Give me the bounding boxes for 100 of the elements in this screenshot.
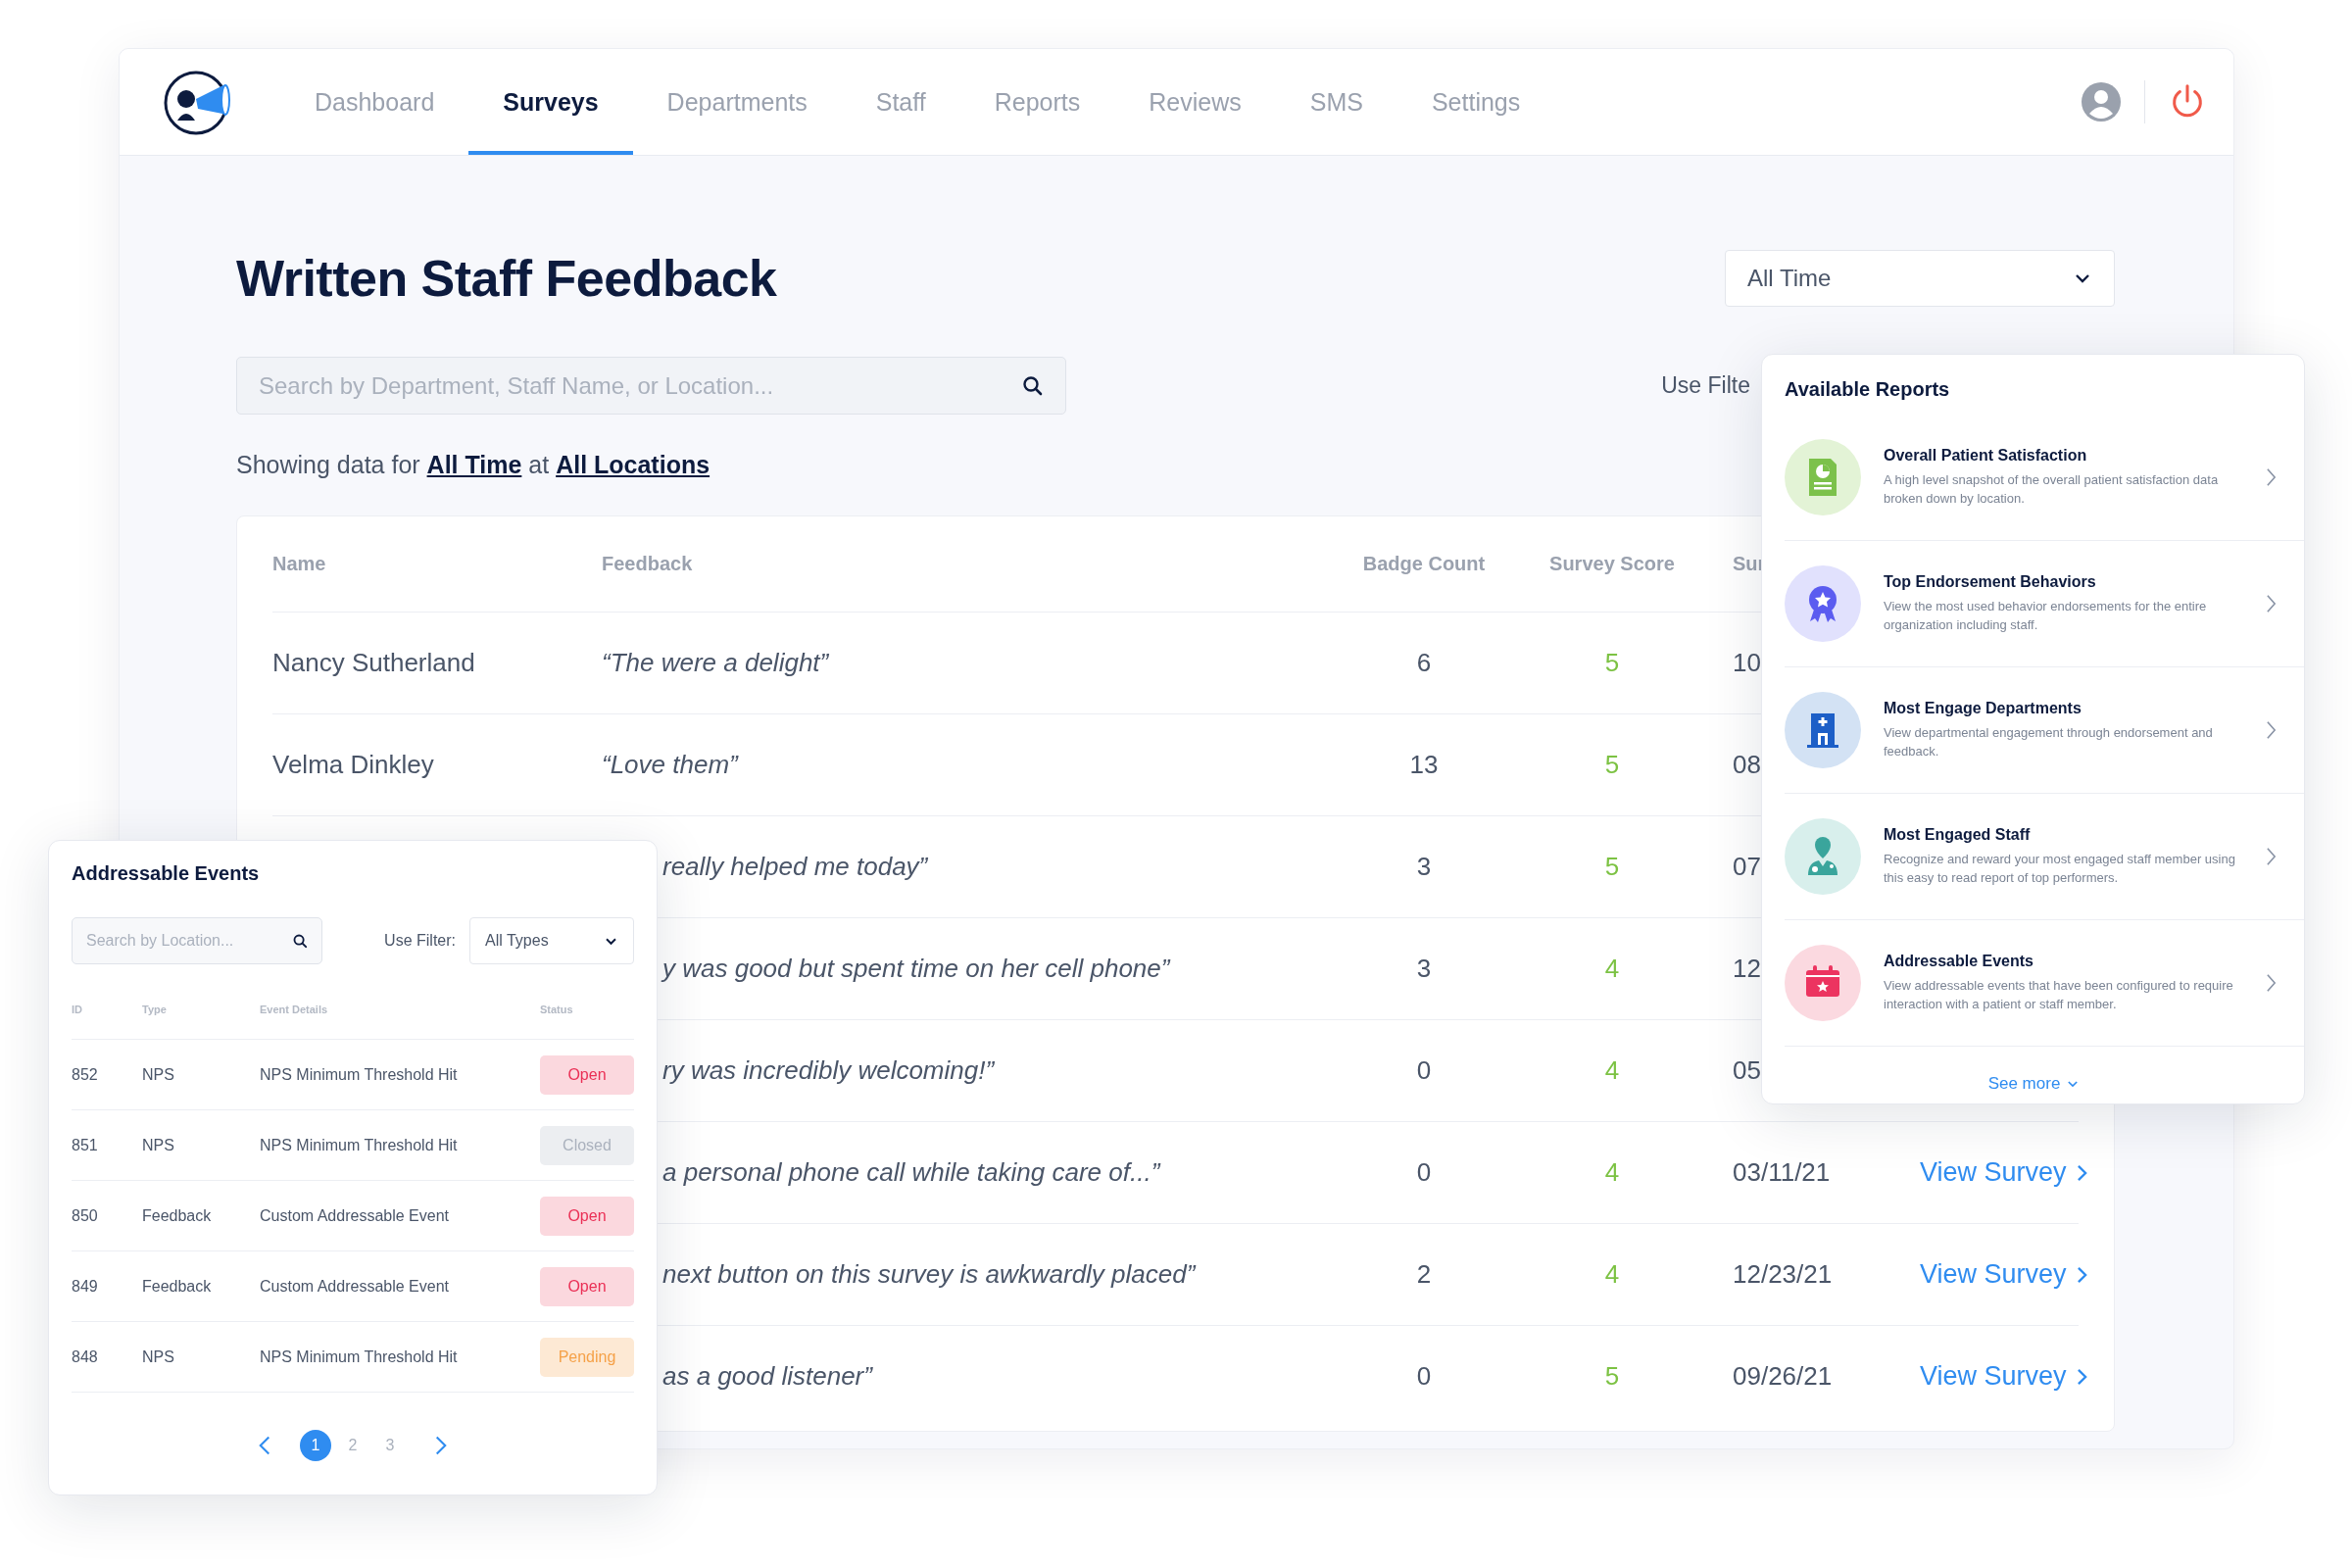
- status-badge: Closed: [540, 1125, 634, 1165]
- report-title[interactable]: Overall Patient Satisfaction: [1884, 447, 2252, 465]
- badge-count: 0: [1416, 1361, 1432, 1392]
- feedback-text: “The were a delight”: [602, 648, 829, 678]
- badge-count: 3: [1416, 852, 1432, 882]
- badge-count: 2: [1416, 1259, 1432, 1290]
- badge-count: 13: [1409, 750, 1439, 780]
- nav-tab[interactable]: Reports: [959, 49, 1115, 155]
- nav-tab[interactable]: SMS: [1275, 49, 1397, 155]
- award-ribbon-icon: [1785, 565, 1861, 642]
- chevron-right-icon: [2076, 1367, 2087, 1386]
- event-type: Feedback: [142, 1206, 213, 1225]
- report-title[interactable]: Top Endorsement Behaviors: [1884, 573, 2252, 591]
- report-description: A high level snapshot of the overall patient satisfaction data broken down by location.: [1884, 471, 2220, 508]
- report-title[interactable]: Most Engage Departments: [1884, 700, 2252, 717]
- badge-count: 0: [1416, 1157, 1432, 1188]
- event-id: 852: [72, 1065, 99, 1084]
- survey-date: 12/23/21: [1733, 1259, 1833, 1290]
- event-details: NPS Minimum Threshold Hit: [260, 1348, 459, 1366]
- page-number[interactable]: 2: [337, 1430, 368, 1461]
- chevron-right-icon[interactable]: [2266, 467, 2277, 487]
- search-icon[interactable]: [292, 932, 309, 950]
- building-icon: [1785, 692, 1861, 768]
- event-details: NPS Minimum Threshold Hit: [260, 1065, 459, 1084]
- survey-date: 07: [1733, 852, 1761, 882]
- page-number[interactable]: 3: [374, 1430, 406, 1461]
- search-field[interactable]: Search by Department, Staff Name, or Location...: [236, 357, 1066, 415]
- nav-tab[interactable]: Departments: [632, 49, 842, 155]
- nav-tab[interactable]: Staff: [841, 49, 960, 155]
- chevron-right-icon[interactable]: [435, 1435, 447, 1456]
- survey-score: 5: [1604, 1361, 1620, 1392]
- feedback-text: as a good listener”: [662, 1361, 872, 1392]
- report-title[interactable]: Addressable Events: [1884, 953, 2252, 970]
- feedback-text: next button on this survey is awkwardly placed”: [662, 1259, 1196, 1290]
- column-header: Badge Count: [1362, 553, 1486, 575]
- chevron-right-icon[interactable]: [2266, 973, 2277, 993]
- chevron-right-icon[interactable]: [2266, 594, 2277, 613]
- column-header: Status: [540, 1004, 574, 1015]
- event-id: 849: [72, 1277, 99, 1296]
- survey-date: 08: [1733, 750, 1761, 780]
- event-type: NPS: [142, 1136, 175, 1154]
- panel-title: Addressable Events: [72, 862, 261, 885]
- chevron-right-icon: [2076, 1163, 2087, 1182]
- view-survey-link[interactable]: View Survey: [1920, 1157, 2087, 1188]
- doctor-icon: [1785, 818, 1861, 895]
- chevron-left-icon[interactable]: [259, 1435, 270, 1456]
- location-link[interactable]: All Locations: [556, 451, 710, 478]
- chevron-right-icon[interactable]: [2266, 847, 2277, 866]
- survey-date: 05: [1733, 1055, 1761, 1086]
- chevron-right-icon[interactable]: [2266, 720, 2277, 740]
- event-details: Custom Addressable Event: [260, 1277, 450, 1296]
- event-id: 848: [72, 1348, 99, 1366]
- column-header: Type: [142, 1004, 168, 1015]
- user-avatar-icon[interactable]: [2082, 82, 2121, 122]
- report-description: Recognize and reward your most engaged staff member using this easy to read report of top performers.: [1884, 851, 2236, 887]
- type-dropdown[interactable]: All Types: [469, 917, 634, 964]
- chevron-right-icon: [2076, 1265, 2087, 1284]
- column-header: ID: [72, 1004, 83, 1015]
- status-badge: Open: [540, 1054, 634, 1095]
- survey-score: 4: [1604, 954, 1620, 984]
- report-description: View departmental engagement through endorsement and feedback.: [1884, 724, 2214, 760]
- period-link[interactable]: All Time: [426, 451, 522, 478]
- period-dropdown[interactable]: All Time: [1725, 250, 2115, 307]
- event-id: 850: [72, 1206, 99, 1225]
- chevron-down-icon: [2068, 1080, 2079, 1088]
- survey-date: 03/11/21: [1733, 1157, 1831, 1188]
- search-icon[interactable]: [1021, 373, 1045, 398]
- survey-score: 5: [1604, 648, 1620, 678]
- column-header: Name: [272, 553, 326, 575]
- panel-title: Available Reports: [1785, 378, 1951, 401]
- survey-date: 09/26/21: [1733, 1361, 1833, 1392]
- badge-count: 0: [1416, 1055, 1432, 1086]
- nav-tab[interactable]: Surveys: [468, 49, 633, 155]
- survey-date: 12: [1733, 954, 1761, 984]
- feedback-text: “Love them”: [602, 750, 738, 780]
- event-id: 851: [72, 1136, 99, 1154]
- column-header: Survey Score: [1549, 553, 1675, 575]
- feedback-text: ry was incredibly welcoming!”: [662, 1055, 995, 1086]
- nav-tab[interactable]: Reviews: [1114, 49, 1276, 155]
- column-header: Feedback: [602, 553, 693, 575]
- nav-tab[interactable]: Settings: [1396, 49, 1555, 155]
- nav-tab[interactable]: Dashboard: [280, 49, 469, 155]
- event-details: NPS Minimum Threshold Hit: [260, 1136, 459, 1154]
- see-more-link[interactable]: See more: [1987, 1074, 2101, 1094]
- report-title[interactable]: Most Engaged Staff: [1884, 826, 2252, 844]
- survey-date: 10: [1733, 648, 1761, 678]
- staff-name: Nancy Sutherland: [272, 648, 475, 678]
- page-number[interactable]: 1: [300, 1430, 331, 1461]
- event-type: NPS: [142, 1348, 175, 1366]
- event-type: Feedback: [142, 1277, 213, 1296]
- view-survey-link[interactable]: View Survey: [1920, 1361, 2087, 1392]
- document-chart-icon: [1785, 439, 1861, 515]
- badge-count: 6: [1416, 648, 1432, 678]
- page-title: Written Staff Feedback: [236, 249, 777, 308]
- status-badge: Pending: [540, 1337, 634, 1377]
- view-survey-link[interactable]: View Survey: [1920, 1259, 2087, 1290]
- feedback-text: y was good but spent time on her cell phone”: [660, 954, 1170, 984]
- location-search-field[interactable]: Search by Location...: [72, 917, 322, 964]
- survey-score: 4: [1604, 1259, 1620, 1290]
- column-header: Event Details: [260, 1004, 329, 1015]
